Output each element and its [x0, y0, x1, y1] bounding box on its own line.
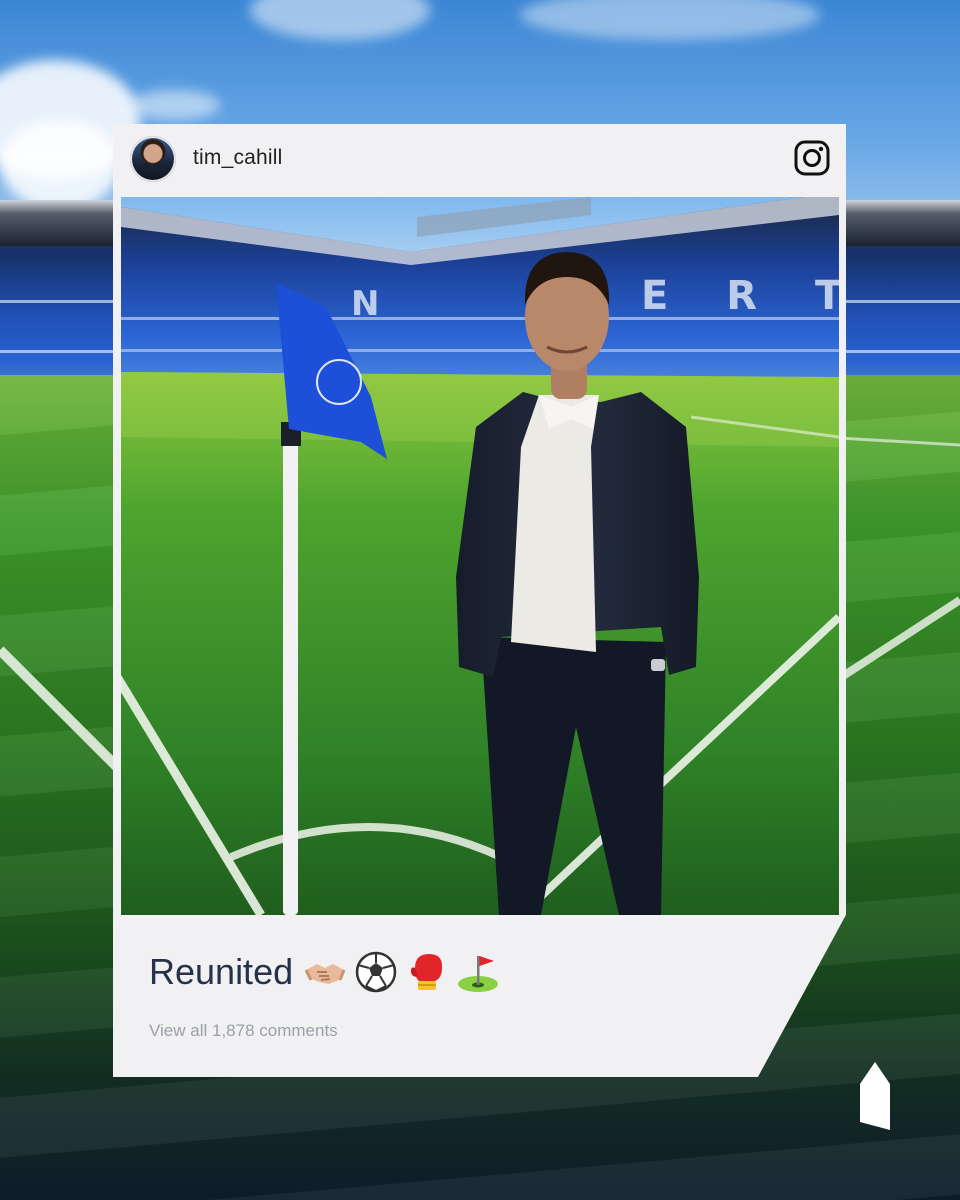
user-avatar[interactable] [130, 136, 176, 182]
view-comments-link[interactable]: View all 1,878 comments [149, 1021, 338, 1041]
golf-flag-icon [458, 956, 499, 992]
brand-logo-icon [860, 1062, 890, 1130]
instagram-icon[interactable] [794, 140, 830, 176]
stand-lettering-right: E R T [641, 273, 839, 319]
boxing-glove-icon [411, 954, 443, 990]
post-header: tim_cahill [113, 124, 846, 197]
soccer-ball-icon [355, 951, 397, 993]
handshake-icon [304, 964, 346, 984]
instagram-post-card: tim_cahill N E R Reunited View all 1,878… [113, 124, 846, 1077]
photo-scene: N E R T [121, 197, 839, 915]
post-caption: Reunited [149, 950, 507, 994]
post-photo[interactable]: N E R T [121, 197, 839, 915]
caption-text: Reunited [149, 951, 294, 992]
corner-flag-pole [283, 442, 298, 915]
username-link[interactable]: tim_cahill [193, 146, 283, 170]
